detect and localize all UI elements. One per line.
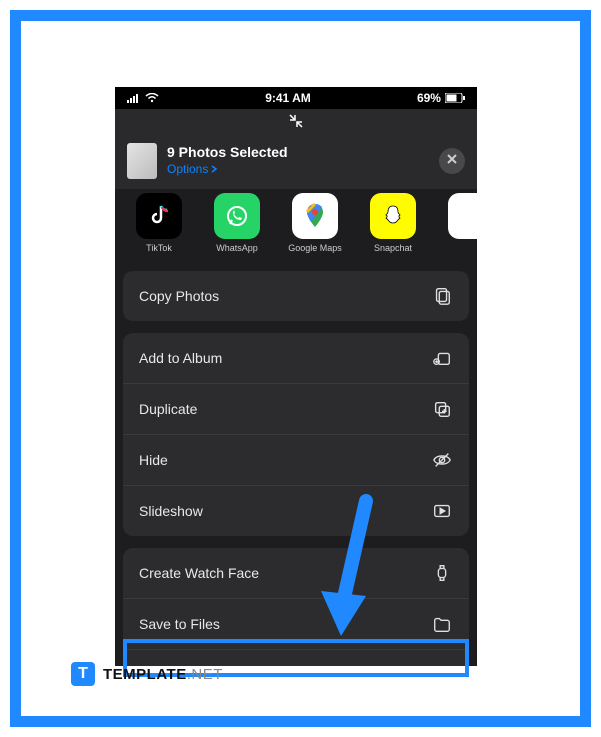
snapchat-icon	[370, 193, 416, 239]
action-slideshow[interactable]: Slideshow	[123, 485, 469, 536]
action-create-watch-face[interactable]: Create Watch Face	[123, 548, 469, 598]
printer-icon	[431, 664, 453, 666]
app-label: Google Maps	[283, 243, 347, 253]
brand-logo: T	[71, 662, 95, 686]
close-button[interactable]	[439, 148, 465, 174]
action-duplicate[interactable]: Duplicate	[123, 383, 469, 434]
battery-icon	[445, 93, 465, 103]
action-group-1: Copy Photos	[123, 271, 469, 321]
share-header: 9 Photos Selected Options	[115, 137, 477, 189]
action-label: Copy Photos	[139, 288, 219, 304]
watch-icon	[431, 562, 453, 584]
action-label: Create Watch Face	[139, 565, 259, 581]
document-frame: 9:41 AM 69% 9 Photos Selected	[10, 10, 591, 727]
action-label: Hide	[139, 452, 168, 468]
action-label: Add to Album	[139, 350, 222, 366]
collapse-bar[interactable]	[115, 109, 477, 137]
wifi-icon	[145, 93, 159, 103]
brand-suffix: .NET	[187, 666, 223, 683]
action-label: Duplicate	[139, 401, 197, 417]
share-app-google-maps[interactable]: Google Maps	[283, 193, 347, 253]
action-label: Save to Files	[139, 616, 220, 632]
chevron-right-icon	[210, 162, 218, 176]
status-time: 9:41 AM	[265, 91, 311, 105]
collapse-icon	[287, 112, 305, 135]
options-label: Options	[167, 162, 208, 176]
phone-screen: 9:41 AM 69% 9 Photos Selected	[115, 87, 477, 666]
share-app-tiktok[interactable]: TikTok	[127, 193, 191, 253]
action-group-3: Create Watch Face Save to Files Print	[123, 548, 469, 666]
phone-screenshot: 9:41 AM 69% 9 Photos Selected	[115, 87, 477, 666]
close-icon	[446, 152, 458, 170]
options-link[interactable]: Options	[167, 162, 218, 176]
action-label: Slideshow	[139, 503, 203, 519]
app-label: WhatsApp	[205, 243, 269, 253]
brand-text: TEMPLATE.NET	[103, 666, 223, 683]
action-copy-photos[interactable]: Copy Photos	[123, 271, 469, 321]
brand-name: TEMPLATE	[103, 666, 187, 683]
share-app-more[interactable]	[439, 193, 477, 253]
album-add-icon	[431, 347, 453, 369]
cellular-signal-icon	[127, 93, 141, 103]
play-rect-icon	[431, 500, 453, 522]
google-maps-icon	[292, 193, 338, 239]
status-bar: 9:41 AM 69%	[115, 87, 477, 109]
selection-title: 9 Photos Selected	[167, 144, 439, 160]
action-group-2: Add to Album Duplicate Hide	[123, 333, 469, 536]
logo-letter: T	[78, 665, 88, 683]
folder-icon	[431, 613, 453, 635]
action-add-to-album[interactable]: Add to Album	[123, 333, 469, 383]
whatsapp-icon	[214, 193, 260, 239]
tiktok-icon	[136, 193, 182, 239]
copy-icon	[431, 285, 453, 307]
branding-footer: T TEMPLATE.NET	[71, 662, 223, 686]
app-label: Snapchat	[361, 243, 425, 253]
photo-thumbnail	[127, 143, 157, 179]
app-more-icon	[448, 193, 477, 239]
action-save-to-files[interactable]: Save to Files	[123, 598, 469, 649]
app-label: TikTok	[127, 243, 191, 253]
duplicate-icon	[431, 398, 453, 420]
share-app-whatsapp[interactable]: WhatsApp	[205, 193, 269, 253]
action-hide[interactable]: Hide	[123, 434, 469, 485]
battery-percentage: 69%	[417, 91, 441, 105]
app-share-row: TikTok WhatsApp Google Maps	[115, 189, 477, 259]
share-app-snapchat[interactable]: Snapchat	[361, 193, 425, 253]
eye-slash-icon	[431, 449, 453, 471]
